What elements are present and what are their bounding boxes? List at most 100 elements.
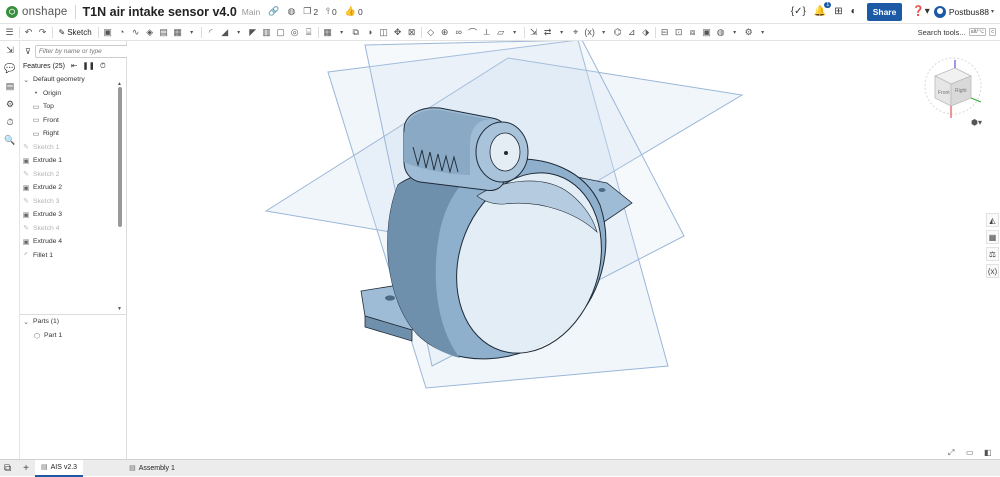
user-menu[interactable]: Postbus88 ▾ bbox=[933, 5, 994, 18]
document-title[interactable]: T1N air intake sensor v4.0 bbox=[83, 5, 237, 19]
redo-icon[interactable]: ↷ bbox=[37, 27, 48, 38]
sweep-icon[interactable]: ∿ bbox=[130, 27, 141, 38]
boolean-icon[interactable]: ◑ bbox=[364, 27, 375, 37]
zoom-fit-icon[interactable]: ⤢ bbox=[948, 448, 954, 458]
enclose-icon[interactable]: ▦ bbox=[172, 27, 183, 38]
history-icon[interactable]: ⏱ bbox=[0, 113, 20, 131]
timer-icon[interactable]: ⏱ bbox=[100, 61, 106, 71]
variables-panel-icon[interactable]: (x) bbox=[986, 264, 999, 278]
feature-item-extrude[interactable]: ▣ Extrude 4 bbox=[22, 235, 126, 249]
chevron-down-icon[interactable]: ▾ bbox=[598, 29, 609, 36]
branches-button[interactable]: ⫯ 0 bbox=[326, 6, 337, 17]
chevron-down-icon[interactable]: ▾ bbox=[757, 29, 768, 36]
properties-icon[interactable]: ▤ bbox=[0, 77, 20, 95]
surface-icon[interactable]: ▱ bbox=[495, 27, 506, 38]
share-button[interactable]: Share bbox=[866, 2, 903, 21]
branch-label[interactable]: Main bbox=[242, 7, 260, 17]
search-tools[interactable]: Search tools... alt/⌥ c bbox=[918, 28, 996, 37]
like-button[interactable]: 👍 0 bbox=[345, 6, 363, 17]
left-tab-hole[interactable] bbox=[385, 295, 395, 301]
loft-icon[interactable]: ◈ bbox=[144, 27, 155, 38]
chevron-down-icon[interactable]: ▾ bbox=[186, 29, 197, 36]
delete-part-icon[interactable]: ⊠ bbox=[406, 27, 417, 38]
chevron-down-icon[interactable]: ▾ bbox=[509, 29, 520, 36]
feature-item-sketch[interactable]: ✎ Sketch 3 bbox=[22, 195, 126, 209]
feature-item-sketch[interactable]: ✎ Sketch 4 bbox=[22, 222, 126, 236]
tab-assembly[interactable]: ▤ Assembly 1 bbox=[123, 461, 181, 476]
revolve-icon[interactable]: ◔ bbox=[116, 27, 127, 37]
measure-icon[interactable]: ⌖ bbox=[570, 27, 581, 38]
feature-item-extrude[interactable]: ▣ Extrude 1 bbox=[22, 154, 126, 168]
display-states-icon[interactable]: ⊡ bbox=[673, 27, 684, 38]
learning-center-icon[interactable]: ◐ bbox=[851, 6, 857, 17]
chevron-down-icon[interactable]: ▾ bbox=[233, 29, 244, 36]
chevron-down-icon[interactable]: ▾ bbox=[336, 29, 347, 36]
hole-icon[interactable]: ◎ bbox=[289, 27, 300, 38]
mate-connector-icon[interactable]: ⊕ bbox=[439, 27, 450, 38]
appearance-panel-icon[interactable]: ◭ bbox=[986, 213, 999, 227]
feature-item-sketch[interactable]: ✎ Sketch 1 bbox=[22, 141, 126, 155]
chevron-down-icon[interactable]: ▾ bbox=[556, 29, 567, 36]
add-tab-button[interactable]: + bbox=[23, 463, 29, 474]
appearance-icon[interactable]: ◍ bbox=[715, 27, 726, 38]
view-cube[interactable]: Front Right bbox=[913, 54, 993, 124]
hinge-pin[interactable] bbox=[504, 151, 508, 155]
variable-icon[interactable]: (x) bbox=[584, 27, 595, 37]
feature-list-icon[interactable]: ⇲ bbox=[0, 41, 20, 59]
feature-item-extrude[interactable]: ▣ Extrude 3 bbox=[22, 208, 126, 222]
part-item[interactable]: ⬡ Part 1 bbox=[33, 329, 62, 343]
render-mode-icon[interactable]: ▭ bbox=[966, 448, 974, 457]
feature-item-fillet[interactable]: ◜ Fillet 1 bbox=[22, 249, 126, 263]
scroll-down-icon[interactable]: ▼ bbox=[117, 306, 122, 312]
feature-item-sketch[interactable]: ✎Sketch 5 bbox=[22, 262, 126, 263]
view-options-icon[interactable]: ⬢▾ bbox=[971, 118, 982, 127]
fillet-icon[interactable]: ◜ bbox=[205, 27, 216, 38]
projected-curve-icon[interactable]: ⟂ bbox=[481, 27, 492, 38]
display-icon[interactable]: ◧ bbox=[984, 448, 992, 457]
feature-item-plane[interactable]: ▭ Right bbox=[32, 127, 126, 141]
pattern-icon[interactable]: ▦ bbox=[322, 27, 333, 38]
curve-icon[interactable]: ⌒ bbox=[467, 26, 478, 39]
sheet-metal-icon[interactable]: ⊿ bbox=[626, 27, 637, 38]
feature-item-plane[interactable]: ▭ Front bbox=[32, 114, 126, 128]
helix-icon[interactable]: ∞ bbox=[453, 27, 464, 37]
tag-icon[interactable]: ⬗ bbox=[640, 27, 651, 38]
extrude-icon[interactable]: ▣ bbox=[102, 27, 113, 38]
transform-icon[interactable]: ✥ bbox=[392, 27, 403, 38]
split-icon[interactable]: ◫ bbox=[378, 27, 389, 38]
notifications-icon[interactable]: 🔔 1 bbox=[814, 2, 832, 17]
feature-item-extrude[interactable]: ▣ Extrude 2 bbox=[22, 181, 126, 195]
undo-icon[interactable]: ↶ bbox=[23, 27, 34, 38]
scroll-up-icon[interactable]: ▲ bbox=[117, 81, 122, 87]
mirror-icon[interactable]: ⧉ bbox=[350, 27, 361, 38]
explode-icon[interactable]: ⧈ bbox=[687, 27, 698, 38]
variables-icon[interactable]: {✓} bbox=[791, 6, 806, 17]
parts-panel-icon[interactable]: ▦ bbox=[986, 230, 999, 244]
move-face-icon[interactable]: ⇲ bbox=[528, 27, 539, 38]
replace-face-icon[interactable]: ⇄ bbox=[542, 27, 553, 38]
rib-icon[interactable]: ▥ bbox=[261, 27, 272, 38]
graphics-area[interactable]: Front Right ⬢▾ bbox=[127, 39, 1000, 459]
right-tab-hole[interactable] bbox=[598, 188, 606, 192]
shell-icon[interactable]: ▢ bbox=[275, 27, 286, 38]
chevron-down-icon[interactable]: ▾ bbox=[729, 29, 740, 36]
workspaces-button[interactable]: ❐ 2 bbox=[303, 6, 318, 17]
globe-icon[interactable]: ◍ bbox=[287, 6, 295, 17]
comments-icon[interactable]: 💬 bbox=[0, 59, 20, 77]
plane-icon[interactable]: ◇ bbox=[425, 27, 436, 38]
configurations-icon[interactable]: ⚙ bbox=[0, 95, 20, 113]
custom-features-icon[interactable]: ⚙ bbox=[743, 27, 754, 38]
pause-icon[interactable]: ❚❚ bbox=[82, 61, 95, 71]
onshape-logo[interactable]: ⬡ onshape bbox=[6, 5, 68, 18]
feature-item-origin[interactable]: • Origin bbox=[32, 87, 126, 101]
mass-properties-icon[interactable]: ⚖ bbox=[986, 247, 999, 261]
filter-input[interactable] bbox=[34, 45, 132, 58]
model-view[interactable] bbox=[127, 39, 1000, 459]
tab-menu-icon[interactable]: ⧉ bbox=[4, 463, 11, 474]
parts-node[interactable]: ⌄ Parts (1) bbox=[22, 315, 59, 329]
scrollbar[interactable] bbox=[118, 87, 122, 227]
tab-part-studio[interactable]: ▤ AIS v2.3 bbox=[34, 459, 84, 477]
list-feature-icon[interactable]: ☰ bbox=[4, 27, 15, 38]
rollback-icon[interactable]: ⇤ bbox=[71, 61, 77, 71]
feature-item-plane[interactable]: ▭ Top bbox=[32, 100, 126, 114]
